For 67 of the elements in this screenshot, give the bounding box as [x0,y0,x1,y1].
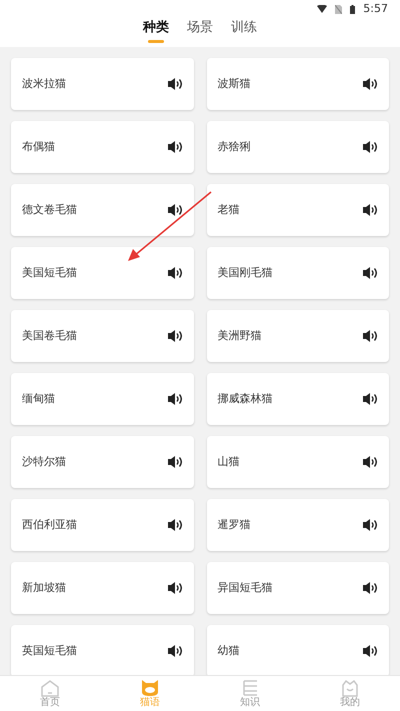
breed-name: 美国短毛猫 [22,264,77,281]
speaker-icon[interactable] [362,203,378,217]
breed-card[interactable]: 英国短毛猫 [11,625,194,675]
breed-card[interactable]: 挪威森林猫 [206,373,389,425]
breed-card[interactable]: 美洲野猫 [206,310,389,362]
breed-name: 沙特尔猫 [22,454,66,470]
speaker-icon[interactable] [362,455,378,469]
breed-name: 老猫 [218,202,240,218]
breed-name: 山猫 [218,454,240,470]
breed-card[interactable]: 西伯利亚猫 [11,499,194,551]
breed-name: 美国卷毛猫 [22,328,77,344]
speaker-icon[interactable] [362,329,378,343]
speaker-icon[interactable] [166,518,182,532]
breed-name: 西伯利亚猫 [22,516,77,533]
breed-card[interactable]: 异国短毛猫 [206,562,389,614]
breed-card[interactable]: 老猫 [206,184,389,236]
speaker-icon[interactable] [362,518,378,532]
breed-name: 新加坡猫 [22,580,66,596]
speaker-icon[interactable] [166,581,182,595]
speaker-icon[interactable] [362,266,378,280]
breed-name: 幼猫 [218,642,240,659]
breed-card[interactable]: 波斯猫 [206,58,389,110]
category-tab[interactable]: 场景 [187,20,213,43]
breed-card[interactable]: 布偶猫 [11,121,194,173]
speaker-icon[interactable] [166,140,182,154]
breed-name: 挪威森林猫 [218,390,272,407]
speaker-icon[interactable] [166,77,182,91]
wifi-icon [317,5,328,13]
breed-card[interactable]: 幼猫 [206,625,389,675]
category-tab[interactable]: 训练 [231,20,257,43]
breed-card[interactable]: 暹罗猫 [206,499,389,551]
speaker-icon[interactable] [362,581,378,595]
no-sim-icon [335,4,342,14]
breed-card[interactable]: 波米拉猫 [11,58,194,110]
breed-name: 德文卷毛猫 [22,202,77,218]
speaker-icon[interactable] [362,77,378,91]
breed-card[interactable]: 沙特尔猫 [11,436,194,488]
speaker-icon[interactable] [166,644,182,658]
breed-card[interactable]: 美国卷毛猫 [11,310,194,362]
breed-name: 英国短毛猫 [22,642,77,659]
breed-name: 美洲野猫 [218,328,262,344]
breed-name: 异国短毛猫 [218,580,272,596]
speaker-icon[interactable] [362,392,378,406]
status-time: 5:57 [363,0,388,17]
breed-card[interactable]: 美国刚毛猫 [206,247,389,299]
speaker-icon[interactable] [166,203,182,217]
speaker-icon[interactable] [166,329,182,343]
breed-name: 波米拉猫 [22,76,66,92]
breed-name: 暹罗猫 [218,516,250,533]
speaker-icon[interactable] [166,266,182,280]
battery-icon [350,4,356,14]
category-tab[interactable]: 种类 [143,20,169,43]
speaker-icon[interactable] [362,140,378,154]
breed-name: 布偶猫 [22,138,55,155]
breed-name: 波斯猫 [218,76,250,92]
breed-card[interactable]: 德文卷毛猫 [11,184,194,236]
speaker-icon[interactable] [166,392,182,406]
speaker-icon[interactable] [166,455,182,469]
breed-card[interactable]: 赤猞猁 [206,121,389,173]
breed-card[interactable]: 新加坡猫 [11,562,194,614]
breed-card[interactable]: 缅甸猫 [11,373,194,425]
speaker-icon[interactable] [362,644,378,658]
breed-name: 美国刚毛猫 [218,264,272,281]
breed-card[interactable]: 美国短毛猫 [11,247,194,299]
breed-name: 赤猞猁 [218,138,250,155]
breed-card[interactable]: 山猫 [206,436,389,488]
breed-name: 缅甸猫 [22,390,55,407]
